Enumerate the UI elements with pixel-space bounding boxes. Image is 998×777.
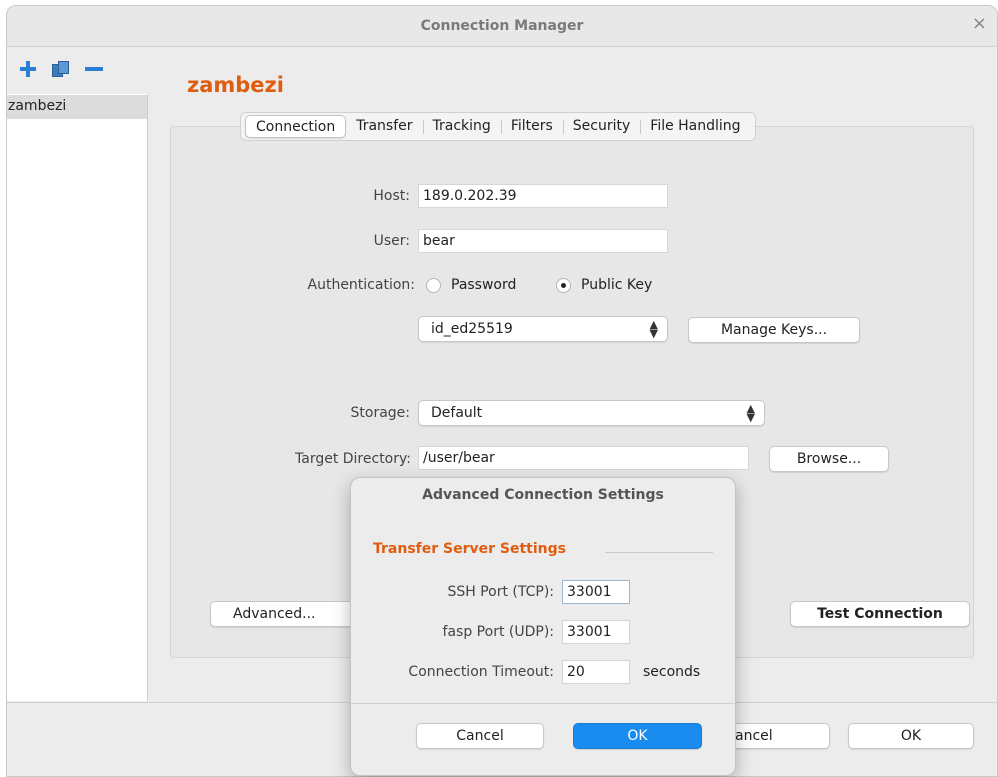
host-label: Host: bbox=[373, 188, 410, 204]
ssh-port-label: SSH Port (TCP): bbox=[447, 584, 554, 600]
auth-password-label: Password bbox=[451, 277, 517, 293]
target-directory-label: Target Directory: bbox=[295, 451, 411, 467]
add-icon[interactable] bbox=[18, 58, 40, 80]
storage-label: Storage: bbox=[350, 405, 411, 421]
fasp-port-label: fasp Port (UDP): bbox=[442, 624, 554, 640]
radio-unchecked-icon bbox=[426, 277, 441, 293]
browse-button[interactable]: Browse... bbox=[769, 446, 889, 472]
advanced-connection-dialog: Advanced Connection Settings Transfer Se… bbox=[350, 477, 736, 776]
close-icon[interactable]: × bbox=[972, 15, 987, 33]
transfer-server-settings-heading: Transfer Server Settings bbox=[373, 541, 566, 557]
target-directory-field[interactable]: /user/bear bbox=[418, 446, 749, 470]
sidebar-toolbar bbox=[7, 48, 148, 94]
profile-title: zambezi bbox=[187, 73, 284, 97]
authentication-label: Authentication: bbox=[307, 277, 416, 293]
radio-checked-icon bbox=[556, 277, 571, 293]
sidebar: zambezi bbox=[7, 48, 148, 701]
tab-security[interactable]: Security bbox=[562, 115, 641, 138]
window-title: Connection Manager bbox=[420, 18, 584, 34]
ssh-port-field[interactable]: 33001 bbox=[562, 580, 630, 604]
tab-tracking[interactable]: Tracking bbox=[422, 115, 501, 138]
key-select[interactable]: id_ed25519 ▲ ▼ bbox=[418, 316, 668, 342]
chevron-updown-icon: ▲ ▼ bbox=[746, 402, 755, 424]
section-divider bbox=[605, 552, 713, 553]
fasp-port-field[interactable]: 33001 bbox=[562, 620, 630, 644]
title-bar: Connection Manager × bbox=[7, 6, 997, 47]
user-label: User: bbox=[373, 233, 410, 249]
manage-keys-button[interactable]: Manage Keys... bbox=[688, 317, 860, 343]
storage-select[interactable]: Default ▲ ▼ bbox=[418, 400, 765, 426]
key-select-value: id_ed25519 bbox=[431, 321, 513, 337]
dialog-cancel-button[interactable]: Cancel bbox=[416, 723, 544, 749]
auth-publickey-label: Public Key bbox=[581, 277, 653, 293]
tab-bar: Connection Transfer Tracking Filters Sec… bbox=[240, 112, 756, 141]
host-field[interactable]: 189.0.202.39 bbox=[418, 184, 668, 208]
user-field[interactable]: bear bbox=[418, 229, 668, 253]
dialog-ok-button[interactable]: OK bbox=[573, 723, 702, 749]
duplicate-icon[interactable] bbox=[50, 58, 72, 80]
chevron-updown-icon: ▲ ▼ bbox=[649, 318, 658, 340]
footer-ok-button[interactable]: OK bbox=[848, 723, 974, 749]
dialog-title: Advanced Connection Settings bbox=[422, 487, 664, 503]
timeout-unit-label: seconds bbox=[643, 664, 701, 680]
tab-connection[interactable]: Connection bbox=[245, 115, 347, 138]
auth-publickey-radio[interactable]: Public Key bbox=[556, 277, 652, 293]
tab-transfer[interactable]: Transfer bbox=[346, 115, 422, 138]
test-connection-button[interactable]: Test Connection bbox=[790, 601, 970, 627]
connection-timeout-label: Connection Timeout: bbox=[408, 664, 554, 680]
advanced-button[interactable]: Advanced... bbox=[210, 601, 355, 627]
auth-password-radio[interactable]: Password bbox=[426, 277, 516, 293]
connection-timeout-field[interactable]: 20 bbox=[562, 660, 630, 684]
storage-select-value: Default bbox=[431, 405, 483, 421]
dialog-divider bbox=[351, 703, 735, 704]
sidebar-item-zambezi[interactable]: zambezi bbox=[7, 95, 147, 119]
tab-file-handling[interactable]: File Handling bbox=[640, 115, 750, 138]
remove-icon[interactable] bbox=[83, 58, 105, 80]
tab-filters[interactable]: Filters bbox=[500, 115, 563, 138]
